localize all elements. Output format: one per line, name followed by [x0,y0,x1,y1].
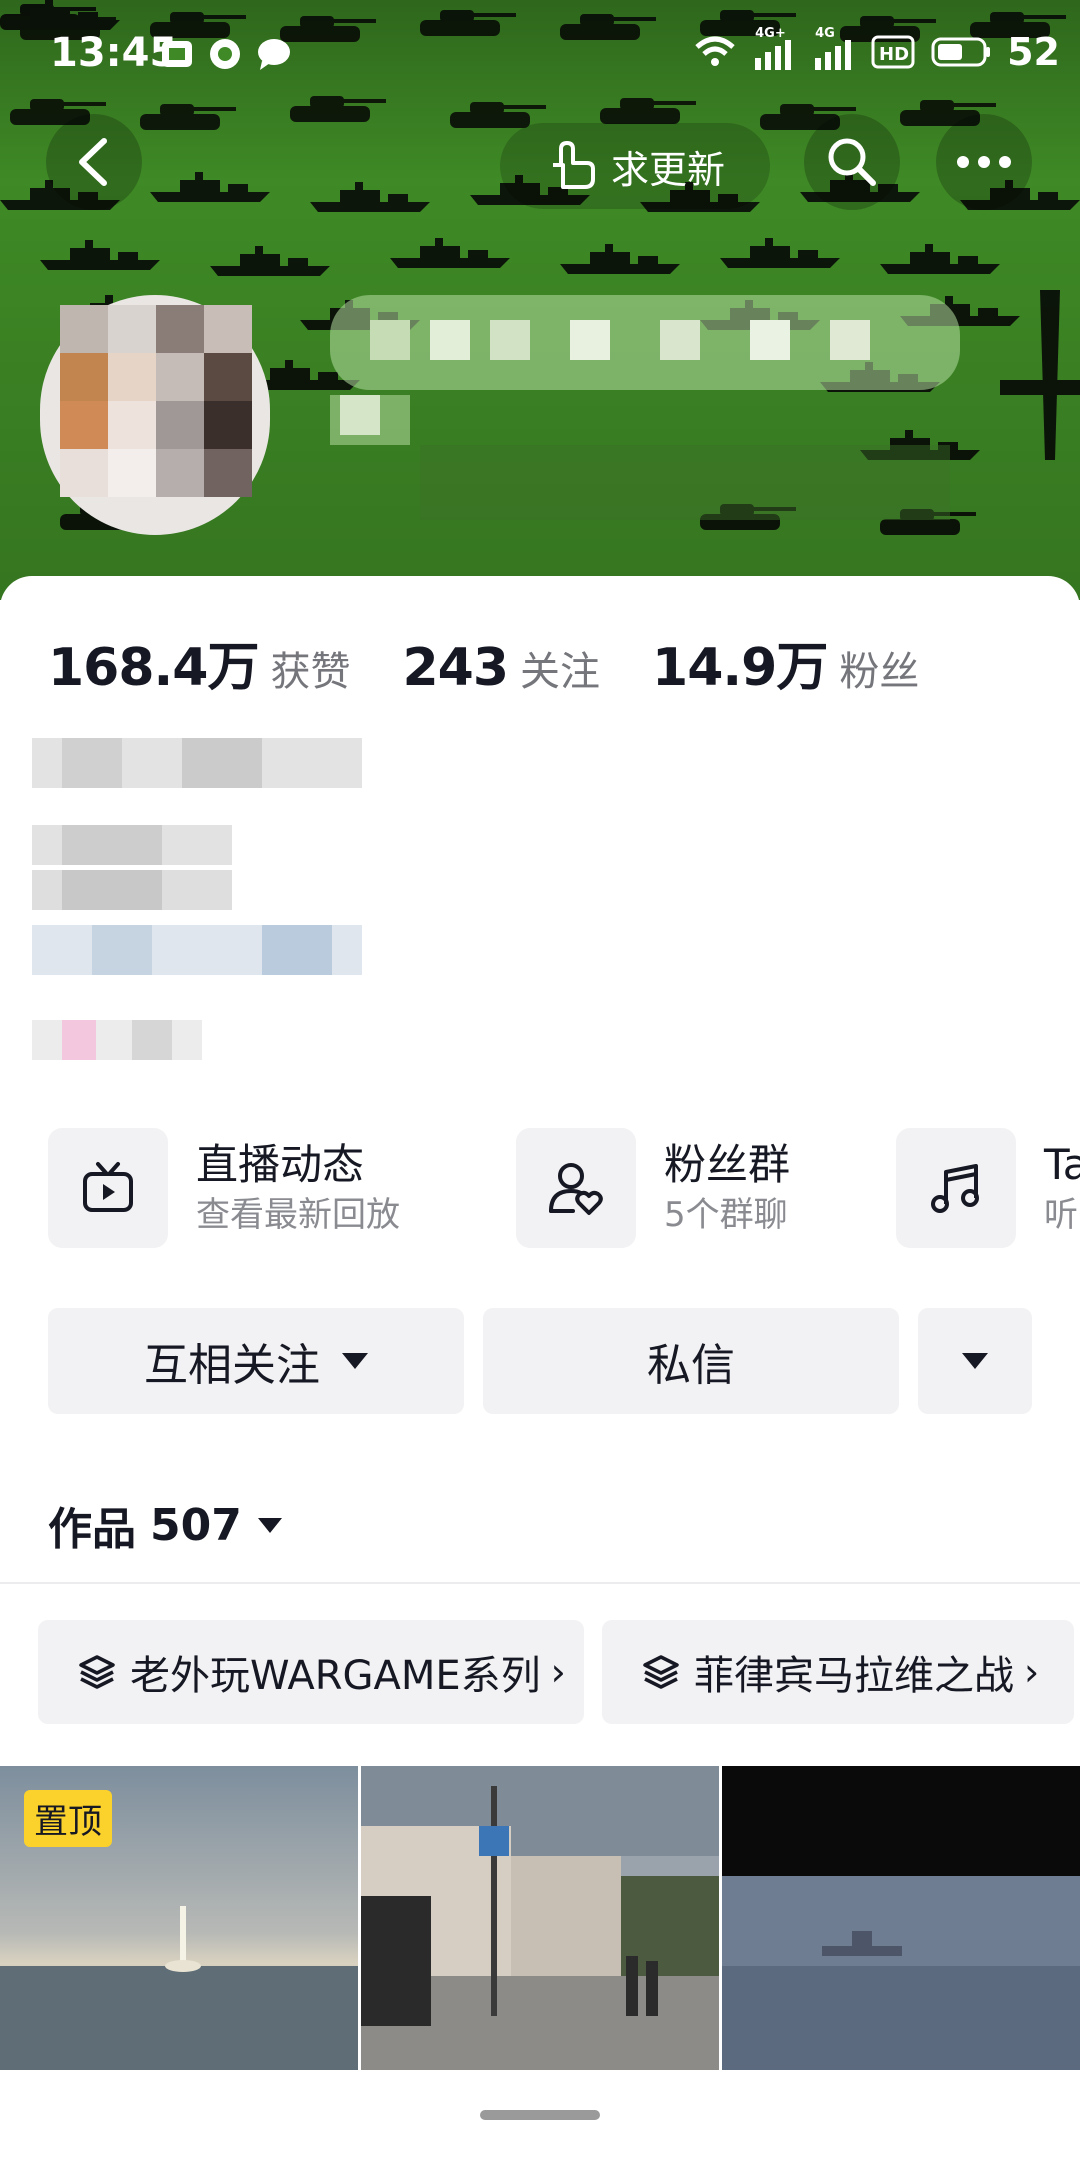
layers-icon [642,1653,680,1691]
following-count[interactable]: 243 [402,638,509,698]
profile-screen: 13:45 4G+ 4G HD 52 求更新 168.4万 获赞 243 关注 … [0,0,1080,2160]
status-bar: 13:45 4G+ 4G HD 52 [0,0,1080,110]
battery-icon [931,37,991,67]
status-notification-icons [160,34,292,74]
works-tab[interactable]: 作品 507 [48,1493,282,1557]
wifi-icon [695,36,735,66]
chat-bubble-icon [258,39,290,70]
fan-group-title: 粉丝群 [664,1140,791,1189]
search-icon [828,138,876,186]
chevron-left-icon [79,138,107,186]
fan-group-subtitle: 5个群聊 [664,1195,788,1235]
music-title: Ta [1044,1140,1080,1189]
layers-icon [78,1653,116,1691]
live-feed-tile[interactable]: 直播动态 查看最新回放 [48,1128,400,1248]
live-feed-subtitle: 查看最新回放 [196,1195,400,1235]
thumbnail-street-image [361,1766,719,2070]
notification-bot-icon [210,39,240,69]
music-icon-box [896,1128,1016,1248]
signal-4g-plus-icon: 4G+ [751,26,795,72]
music-tile[interactable]: Ta 听 [896,1128,1080,1248]
profile-stats: 168.4万 获赞 243 关注 14.9万 粉丝 [48,625,971,700]
battery-level: 52 [1007,30,1060,74]
collection-label: 老外玩WARGAME系列 [130,1653,541,1699]
notification-app-icon [162,41,192,67]
likes-label: 获赞 [270,649,351,695]
works-label: 作品 [48,1504,136,1555]
video-thumbnail[interactable]: 置顶 [0,1766,358,2070]
avatar[interactable] [40,295,270,535]
caret-down-icon [342,1353,368,1369]
chevron-right-icon: › [1024,1650,1040,1694]
chevron-right-icon: › [550,1650,566,1694]
fan-group-icon-box [516,1128,636,1248]
more-actions-dropdown[interactable] [918,1308,1032,1414]
works-count: 507 [150,1499,242,1551]
search-button[interactable] [804,114,900,210]
mutual-follow-button[interactable]: 互相关注 [48,1308,464,1414]
tv-icon [83,1162,133,1212]
profile-banner: 13:45 4G+ 4G HD 52 求更新 [0,0,1080,600]
caret-down-icon [962,1353,988,1369]
message-button[interactable]: 私信 [483,1308,899,1414]
profile-name-obscured [330,295,960,525]
bio-obscured [32,730,372,1070]
svg-text:HD: HD [879,44,909,65]
status-system-icons: 4G+ 4G HD 52 [695,26,1060,74]
video-thumbnail[interactable] [361,1766,719,2070]
pinned-badge: 置顶 [24,1790,112,1847]
message-label: 私信 [647,1340,735,1391]
request-update-button[interactable]: 求更新 [500,123,770,209]
caret-down-icon [257,1517,282,1533]
more-button[interactable] [936,114,1032,210]
hd-voice-icon: HD [871,35,915,69]
music-note-icon [931,1164,979,1213]
live-feed-icon-box [48,1128,168,1248]
user-heart-icon [549,1163,603,1215]
status-time: 13:45 [50,30,178,76]
hand-point-icon [552,141,595,189]
collection-chip[interactable]: 菲律宾马拉维之战 › [602,1620,1074,1724]
request-update-label: 求更新 [610,147,725,192]
home-indicator[interactable] [480,2110,600,2120]
live-feed-title: 直播动态 [196,1140,365,1189]
followers-count[interactable]: 14.9万 [652,625,828,700]
back-button[interactable] [46,114,142,210]
section-divider [0,1582,1080,1584]
likes-count: 168.4万 [48,638,259,698]
mutual-follow-label: 互相关注 [144,1340,320,1391]
fan-group-tile[interactable]: 粉丝群 5个群聊 [516,1128,790,1248]
following-label[interactable]: 关注 [520,639,600,697]
followers-label[interactable]: 粉丝 [839,639,919,697]
collection-label: 菲律宾马拉维之战 [694,1653,1014,1699]
signal-4g-icon: 4G [811,26,855,72]
collection-chip[interactable]: 老外玩WARGAME系列 › [38,1620,584,1724]
thumbnail-warship-image [722,1766,1080,2070]
video-thumbnail[interactable] [722,1766,1080,2070]
music-subtitle: 听 [1044,1195,1078,1235]
more-dots-icon [957,156,1011,168]
